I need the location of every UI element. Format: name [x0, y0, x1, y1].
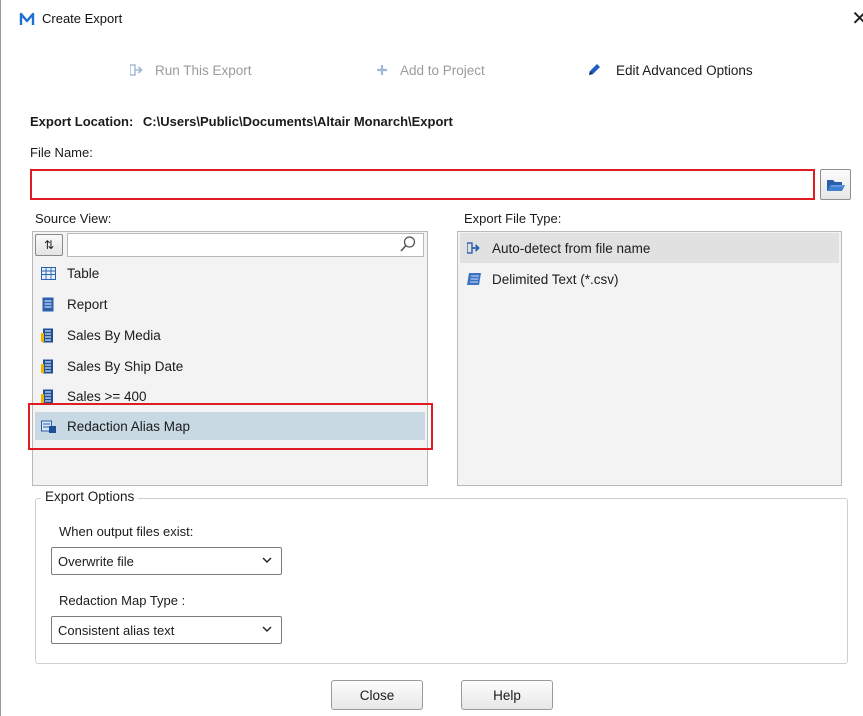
source-item-redaction-alias-map[interactable]: Redaction Alias Map: [35, 412, 425, 440]
sort-button[interactable]: ⇅: [35, 234, 63, 256]
when-exists-label: When output files exist:: [59, 524, 194, 539]
search-icon: [400, 236, 416, 252]
source-item-label: Report: [67, 296, 108, 312]
window-title: Create Export: [42, 11, 123, 26]
source-item-report[interactable]: Report: [35, 290, 425, 318]
export-options-title: Export Options: [41, 489, 139, 504]
close-window-button[interactable]: ✕: [851, 6, 863, 30]
run-export-label: Run This Export: [155, 62, 252, 78]
export-location-row: Export Location: C:\Users\Public\Documen…: [30, 114, 453, 129]
run-export-icon: [129, 62, 145, 78]
file-type-label: Delimited Text (*.csv): [492, 271, 619, 287]
source-item-table[interactable]: Table: [35, 259, 425, 287]
run-export-button[interactable]: Run This Export: [129, 60, 252, 80]
source-item-label: Table: [67, 265, 100, 281]
csv-icon: [466, 271, 482, 287]
pencil-icon: [586, 62, 602, 78]
chevron-down-icon: [262, 626, 272, 632]
edit-advanced-options-label: Edit Advanced Options: [616, 62, 753, 78]
help-button[interactable]: Help: [461, 680, 553, 710]
map-type-label: Redaction Map Type :: [59, 593, 186, 608]
source-item-label: Sales By Media: [67, 327, 161, 343]
source-view-label: Source View:: [35, 211, 112, 226]
add-to-project-button[interactable]: Add to Project: [374, 60, 485, 80]
sort-icon: ⇅: [43, 238, 55, 252]
when-exists-select[interactable]: Overwrite file: [51, 547, 282, 575]
when-exists-value: Overwrite file: [58, 553, 134, 569]
report-icon: [40, 296, 56, 312]
table-icon: [40, 265, 56, 281]
source-search-input[interactable]: [67, 233, 424, 257]
file-type-delimited-text[interactable]: Delimited Text (*.csv): [460, 264, 839, 294]
export-location-path: C:\Users\Public\Documents\Altair Monarch…: [142, 114, 453, 129]
export-file-type-label: Export File Type:: [464, 211, 562, 226]
create-export-dialog: Create Export ✕ Run This Export Add to P…: [0, 0, 863, 716]
auto-detect-icon: [466, 240, 482, 256]
close-button[interactable]: Close: [331, 680, 423, 710]
map-type-value: Consistent alias text: [58, 622, 175, 638]
export-location-label: Export Location:: [30, 114, 134, 129]
title-bar: Create Export ✕: [1, 0, 863, 40]
source-item-sales-by-ship-date[interactable]: Sales By Ship Date: [35, 352, 425, 380]
summary-icon: [40, 358, 56, 374]
source-item-sales-400[interactable]: Sales >= 400: [35, 382, 425, 410]
source-item-label: Redaction Alias Map: [67, 418, 191, 434]
file-name-label: File Name:: [30, 145, 93, 160]
map-type-select[interactable]: Consistent alias text: [51, 616, 282, 644]
monarch-logo-icon: [19, 12, 35, 25]
source-item-label: Sales >= 400: [67, 388, 147, 404]
edit-advanced-options-button[interactable]: Edit Advanced Options: [586, 60, 753, 80]
file-type-label: Auto-detect from file name: [492, 240, 651, 256]
file-name-input[interactable]: [30, 169, 815, 200]
file-type-auto-detect[interactable]: Auto-detect from file name: [460, 233, 839, 263]
open-folder-icon: [826, 179, 845, 191]
add-to-project-label: Add to Project: [400, 62, 485, 78]
chevron-down-icon: [262, 557, 272, 563]
source-item-label: Sales By Ship Date: [67, 358, 184, 374]
alias-map-icon: [40, 418, 56, 434]
browse-folder-button[interactable]: [820, 169, 851, 200]
source-item-sales-by-media[interactable]: Sales By Media: [35, 321, 425, 349]
summary-icon: [40, 327, 56, 343]
plus-icon: [374, 62, 390, 78]
summary-icon: [40, 388, 56, 404]
